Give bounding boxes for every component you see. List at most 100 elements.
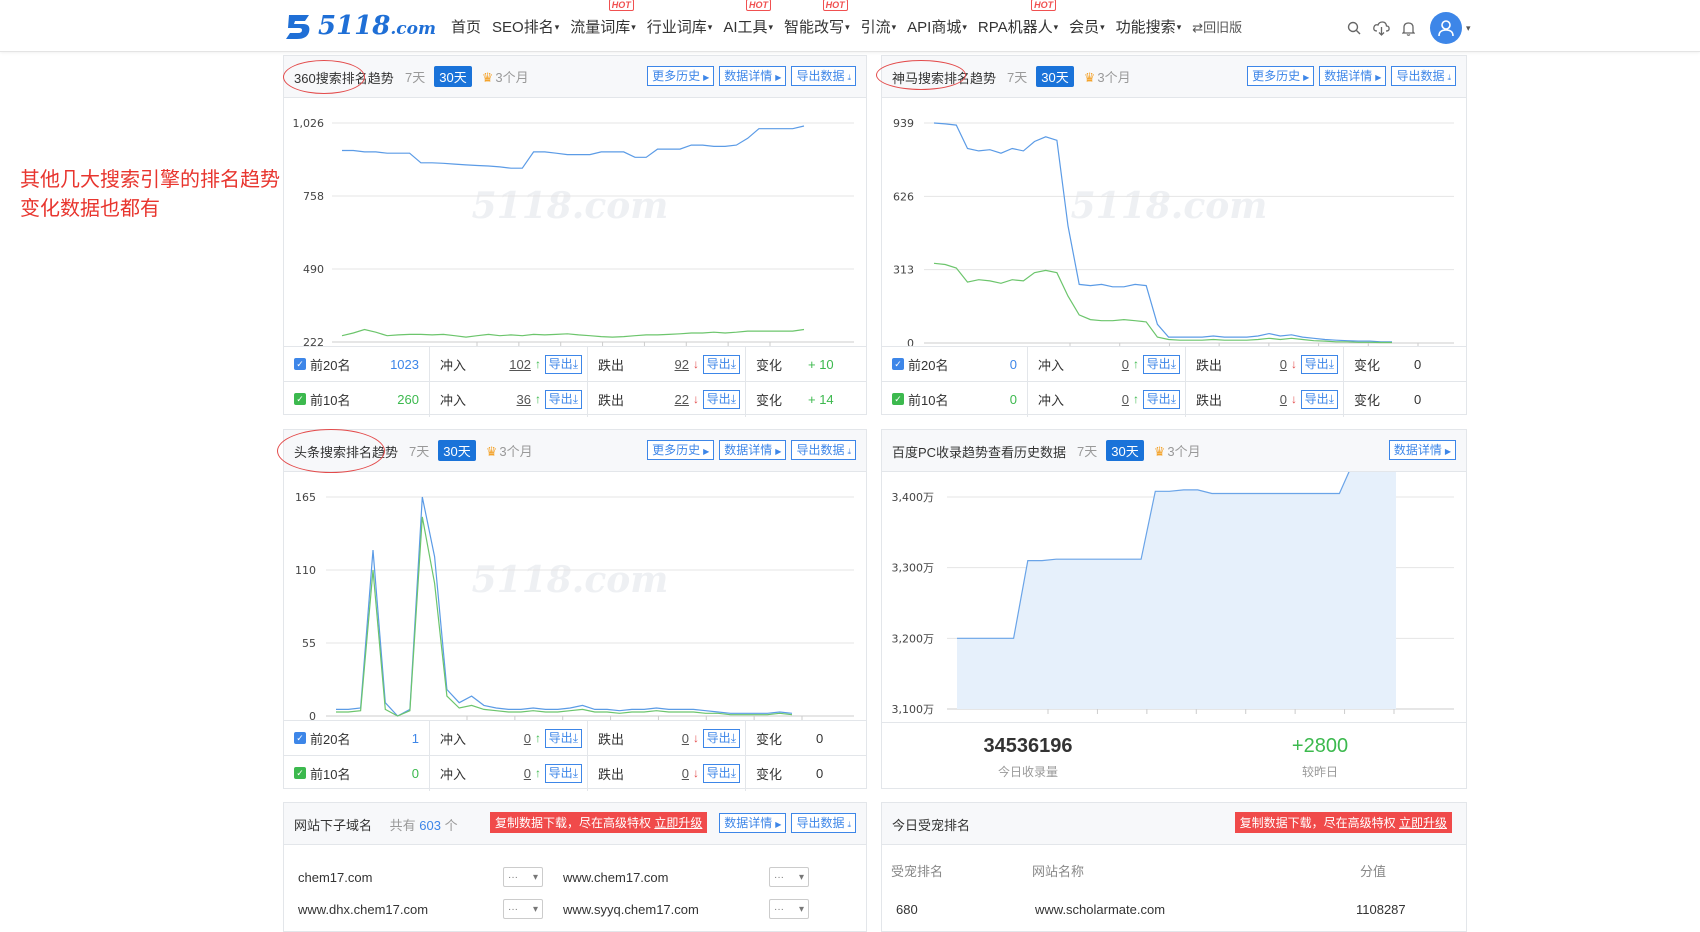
range-30-days[interactable]: 30天 [1106, 440, 1144, 461]
data-detail-button[interactable]: 数据详情 ▶ [719, 440, 787, 460]
watermark-text: 5118.com [472, 185, 669, 227]
rank-stats-table: ✓ 前20名 0 冲入 0 ↑ 导出⤓ 跌出 0 ↓ 导出⤓ 变化 0 ✓ 前10名 0 冲入 0 ↑ 导出⤓ 跌出 0 ↓… [882, 346, 1466, 417]
nav-item-5[interactable]: 智能改写▾ HOT [784, 0, 850, 37]
rush-in-label: 冲入 [440, 731, 467, 747]
drop-out-cell: 跌出 0 ↓ 导出⤓ [587, 720, 745, 756]
nav-item-1[interactable]: SEO排名▾ [492, 16, 559, 37]
subdomain-name[interactable]: chem17.com [298, 870, 503, 885]
data-detail-button[interactable]: 数据详情 ▶ [1319, 66, 1387, 86]
range-7-days[interactable]: 7天 [1077, 441, 1097, 460]
more-history-button[interactable]: 更多历史 ▶ [1247, 66, 1315, 86]
rush-in-count[interactable]: 0 [524, 766, 531, 781]
rank-label: 前20名 [310, 357, 351, 373]
rush-in-count[interactable]: 102 [509, 357, 531, 372]
drop-out-count[interactable]: 22 [675, 392, 689, 407]
x-tick-label: 07/08 [1032, 718, 1064, 720]
chevron-down-icon[interactable]: ▾ [1466, 23, 1471, 34]
rush-in-count[interactable]: 0 [1122, 357, 1129, 372]
upgrade-promo-button[interactable]: 复制数据下载，尽在高级特权 立即升级 [490, 812, 708, 833]
rush-in-count[interactable]: 36 [517, 392, 531, 407]
export-button[interactable]: 导出⤓ [702, 728, 740, 748]
bell-icon[interactable] [1399, 19, 1417, 37]
nav-item-10[interactable]: 功能搜索▾ [1116, 16, 1182, 37]
panel-header: 360搜索排名趋势 7天 30天 ♛ 3个月 更多历史 ▶ 数据详情 ▶ 导出数据 ⤓ [284, 56, 866, 98]
nav-item-6[interactable]: 引流▾ [861, 16, 897, 37]
export-button[interactable]: 导出⤓ [702, 354, 740, 374]
subdomain-select[interactable]: ··· ▾ [503, 899, 543, 919]
annotation-line-1: 其他几大搜索引擎的排名趋势 [20, 167, 280, 191]
more-history-button[interactable]: 更多历史 ▶ [647, 66, 715, 86]
nav-item-8[interactable]: RPA机器人▾ HOT [978, 0, 1059, 37]
subdomain-select[interactable]: ··· ▾ [769, 867, 809, 887]
checkbox-icon[interactable]: ✓ [294, 393, 306, 405]
hot-badge: HOT [822, 0, 848, 11]
range-30-days[interactable]: 30天 [438, 440, 476, 461]
checkbox-icon[interactable]: ✓ [892, 393, 904, 405]
nav-item-0[interactable]: 首页 [451, 16, 481, 37]
rush-in-cell: 冲入 0 ↑ 导出⤓ [429, 720, 587, 756]
export-button[interactable]: 导出⤓ [544, 389, 582, 409]
export-button[interactable]: 导出⤓ [1300, 354, 1338, 374]
site-name[interactable]: www.scholarmate.com [1035, 902, 1165, 917]
export-data-button[interactable]: 导出数据 ⤓ [791, 66, 856, 86]
rush-in-count[interactable]: 0 [1122, 392, 1129, 407]
watermark-text: 5118.com [1071, 185, 1268, 227]
drop-out-count[interactable]: 0 [1280, 357, 1287, 372]
caret-down-icon: ▾ [1176, 21, 1182, 32]
site-logo[interactable]: 5118.com [283, 9, 436, 43]
rank-label-cell: ✓ 前10名 0 [882, 382, 1027, 417]
drop-out-count[interactable]: 0 [682, 731, 689, 746]
data-detail-button[interactable]: 数据详情 ▶ [719, 66, 787, 86]
export-button[interactable]: 导出⤓ [1142, 354, 1180, 374]
subdomain-name[interactable]: www.dhx.chem17.com [298, 902, 503, 917]
checkbox-icon[interactable]: ✓ [294, 732, 306, 744]
data-detail-button[interactable]: 数据详情 ▶ [719, 813, 787, 833]
checkbox-icon[interactable]: ✓ [294, 358, 306, 370]
drop-out-count[interactable]: 0 [1280, 392, 1287, 407]
range-30-days[interactable]: 30天 [434, 66, 472, 87]
export-data-button[interactable]: 导出数据 ⤓ [791, 440, 856, 460]
nav-item-4[interactable]: AI工具▾ HOT [723, 0, 773, 37]
export-button[interactable]: 导出⤓ [544, 763, 582, 783]
subdomain-name[interactable]: www.syyq.chem17.com [563, 902, 769, 917]
export-button[interactable]: 导出⤓ [544, 354, 582, 374]
export-data-button[interactable]: 导出数据 ⤓ [1391, 66, 1456, 86]
arrow-up-icon: ↑ [535, 357, 541, 371]
nav-item-3[interactable]: 行业词库▾ [647, 16, 713, 37]
subdomain-name[interactable]: www.chem17.com [563, 870, 769, 885]
export-button[interactable]: 导出⤓ [702, 763, 740, 783]
checkbox-icon[interactable]: ✓ [892, 358, 904, 370]
old-version-link[interactable]: ⇄回旧版 [1192, 17, 1242, 36]
range-selector: 7天 30天 ♛ 3个月 [405, 66, 529, 87]
range-3-months[interactable]: ♛ 3个月 [486, 441, 533, 460]
caret-down-icon: ▾ [1053, 21, 1059, 32]
panel-actions: 数据详情 ▶ [1384, 440, 1456, 460]
checkbox-icon[interactable]: ✓ [294, 767, 306, 779]
range-7-days[interactable]: 7天 [1007, 67, 1027, 86]
cloud-download-icon[interactable] [1372, 19, 1390, 37]
export-data-button[interactable]: 导出数据 ⤓ [791, 813, 856, 833]
drop-out-count[interactable]: 92 [675, 357, 689, 372]
subdomain-select[interactable]: ··· ▾ [503, 867, 543, 887]
nav-item-7[interactable]: API商城▾ [907, 16, 967, 37]
upgrade-promo-button[interactable]: 复制数据下载，尽在高级特权 立即升级 [1234, 812, 1452, 833]
user-avatar[interactable] [1430, 12, 1462, 44]
data-detail-button[interactable]: 数据详情 ▶ [1388, 440, 1456, 460]
export-button[interactable]: 导出⤓ [702, 389, 740, 409]
range-7-days[interactable]: 7天 [409, 441, 429, 460]
range-3-months[interactable]: ♛ 3个月 [1084, 67, 1131, 86]
nav-item-2[interactable]: 流量词库▾ HOT [570, 0, 636, 37]
range-30-days[interactable]: 30天 [1036, 66, 1074, 87]
export-button[interactable]: 导出⤓ [544, 728, 582, 748]
drop-out-count[interactable]: 0 [682, 766, 689, 781]
range-7-days[interactable]: 7天 [405, 67, 425, 86]
export-button[interactable]: 导出⤓ [1142, 389, 1180, 409]
search-icon[interactable] [1345, 19, 1363, 37]
range-3-months[interactable]: ♛ 3个月 [1154, 441, 1201, 460]
more-history-button[interactable]: 更多历史 ▶ [647, 440, 715, 460]
export-button[interactable]: 导出⤓ [1300, 389, 1338, 409]
range-3-months[interactable]: ♛ 3个月 [482, 67, 529, 86]
subdomain-select[interactable]: ··· ▾ [769, 899, 809, 919]
rush-in-count[interactable]: 0 [524, 731, 531, 746]
nav-item-9[interactable]: 会员▾ [1069, 16, 1105, 37]
